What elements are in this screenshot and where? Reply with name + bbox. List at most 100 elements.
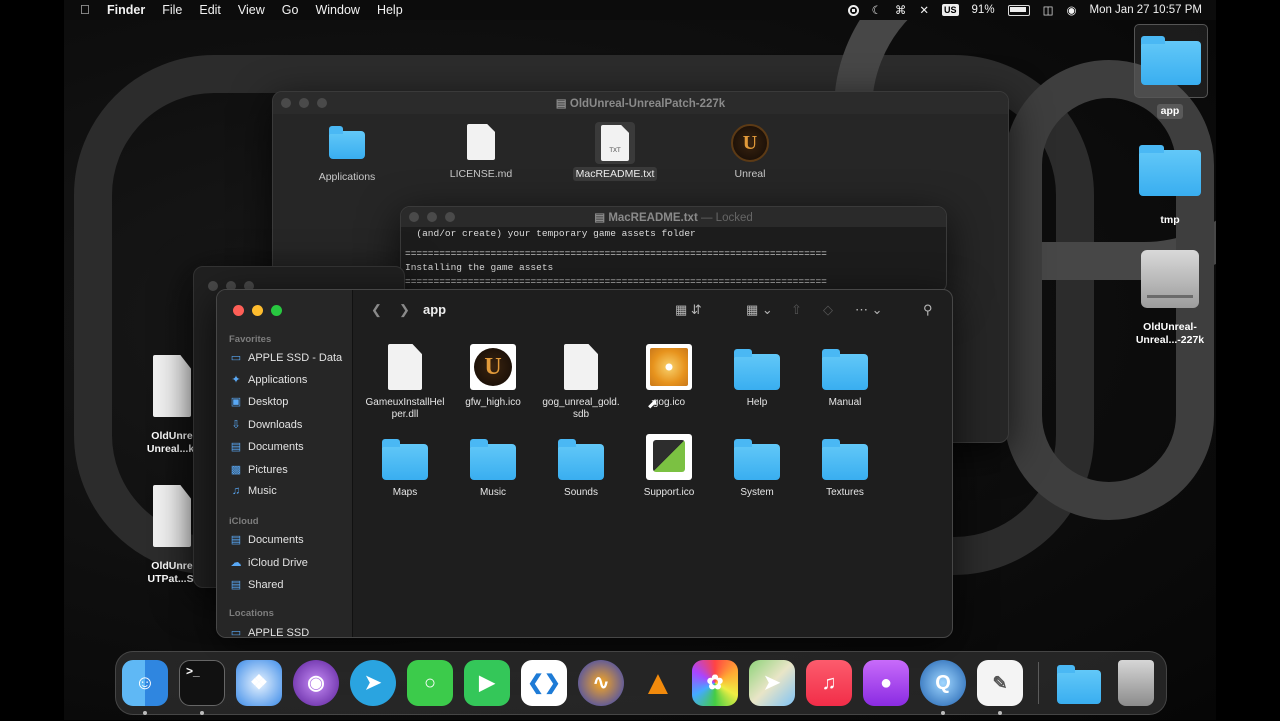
sidebar-item-apple-ssd-data[interactable]: ▭ APPLE SSD - Data (230, 351, 343, 365)
view-grid-icon[interactable]: ▦ ⇵ (675, 302, 702, 318)
close-button[interactable] (233, 305, 244, 316)
group-icon[interactable]: ▦ ⌄ (746, 302, 773, 318)
menu-view[interactable]: View (238, 3, 265, 17)
dock-finder-icon[interactable]: ☺ (122, 660, 168, 706)
folder-item[interactable]: Manual (801, 344, 889, 409)
sidebar-item-icloud-drive[interactable]: ☁ iCloud Drive (230, 556, 308, 570)
dmg-item-macreadme[interactable]: TXT MacREADME.txt (570, 122, 660, 181)
dock-textedit-icon[interactable]: ✎ (977, 660, 1023, 706)
close-button[interactable] (281, 98, 291, 108)
battery-icon[interactable] (1007, 4, 1030, 16)
minimize-button[interactable] (252, 305, 263, 316)
zoom-button[interactable] (271, 305, 282, 316)
control-center-icon[interactable]: ◫ (1043, 3, 1054, 17)
sidebar-item-desktop[interactable]: ▣ Desktop (230, 395, 289, 409)
dock-telegram-icon[interactable]: ➤ (350, 660, 396, 706)
tag-icon[interactable]: ◇ (823, 302, 833, 318)
focus-moon-icon[interactable]: ☾ (872, 3, 882, 17)
desktop-icon-oldunreal-drive[interactable]: OldUnreal- Unreal...-227k (1128, 250, 1212, 347)
sidebar-item-label: Downloads (248, 418, 303, 431)
folder-item[interactable]: Sounds (537, 434, 625, 499)
dmg-item-unreal[interactable]: U Unreal (705, 124, 795, 180)
close-button[interactable] (409, 212, 419, 222)
folder-item[interactable]: System (713, 434, 801, 499)
dock-facetime-icon[interactable]: ▶ (464, 660, 510, 706)
dock-photos-icon[interactable]: ✿ (692, 660, 738, 706)
search-icon[interactable]: ⚲ (923, 302, 933, 318)
sidebar-section-locations: Locations (229, 608, 274, 619)
folder-icon (382, 439, 428, 480)
window-titlebar[interactable]: ▤ OldUnreal-UnrealPatch-227k (273, 92, 1008, 114)
dock-maps-icon[interactable]: ➤ (749, 660, 795, 706)
file-label: Sounds (564, 487, 598, 498)
dock-safari-icon[interactable]: ❖ (236, 660, 282, 706)
dock-audacity-icon[interactable]: ∿ (578, 660, 624, 706)
dock-trash-icon[interactable] (1118, 660, 1154, 706)
desktop-icon-tmp[interactable]: tmp (1136, 145, 1204, 227)
finder-toolbar: ❮ ❯ app ▦ ⇵ ▦ ⌄ ⇧ ◇ ⋯ ⌄ ⚲ (353, 290, 952, 330)
menu-go[interactable]: Go (282, 3, 299, 17)
menu-edit[interactable]: Edit (199, 3, 221, 17)
dmg-item-license[interactable]: LICENSE.md (436, 124, 526, 180)
screen-record-icon[interactable] (847, 4, 859, 16)
dock-downloads-stack[interactable] (1056, 660, 1102, 706)
folder-item[interactable]: Textures (801, 434, 889, 499)
desktop-icon-app[interactable]: app (1134, 24, 1208, 119)
dock-music-icon[interactable]: ♫ (806, 660, 852, 706)
sidebar-item-icloud-documents[interactable]: ▤ Documents (230, 533, 304, 547)
menu-app-name[interactable]: Finder (107, 3, 145, 17)
bluetooth-icon[interactable]: ✕ (919, 3, 929, 17)
share-icon[interactable]: ⇧ (791, 302, 802, 318)
minimize-button[interactable] (299, 98, 309, 108)
dock-terminal-icon[interactable]: >_ (179, 660, 225, 706)
sidebar-item-documents[interactable]: ▤ Documents (230, 440, 304, 454)
zoom-button[interactable] (445, 212, 455, 222)
window-titlebar[interactable]: ▤ MacREADME.txt — Locked (401, 207, 946, 227)
music-note-icon: ♫ (231, 485, 241, 497)
dock-tor-browser-icon[interactable]: ◉ (293, 660, 339, 706)
dock-messages-icon[interactable]: ○ (407, 660, 453, 706)
wifi-icon[interactable]: ⌘ (895, 3, 907, 17)
menu-file[interactable]: File (162, 3, 182, 17)
dock-vlc-icon[interactable]: ▲ (635, 660, 681, 706)
file-item[interactable]: gfw_high.ico (449, 344, 537, 409)
document-icon (564, 344, 598, 390)
folder-item[interactable]: Help (713, 344, 801, 409)
folder-item[interactable]: Music (449, 434, 537, 499)
apple-menu-icon[interactable]:  (80, 2, 90, 17)
input-source-icon[interactable]: US (942, 4, 959, 16)
file-item[interactable]: GameuxInstallHel per.dll (361, 344, 449, 421)
folder-item[interactable]: Maps (361, 434, 449, 499)
file-item[interactable]: Support.ico (625, 434, 713, 499)
window-title: MacREADME.txt (608, 212, 698, 224)
folder-icon (1141, 36, 1201, 85)
forward-icon[interactable]: ❯ (399, 302, 410, 318)
readme-window[interactable]: ▤ MacREADME.txt — Locked (and/or create)… (400, 206, 947, 293)
sidebar-item-music[interactable]: ♫ Music (230, 485, 277, 497)
file-item[interactable]: gog.ico (625, 344, 713, 409)
sidebar-item-shared[interactable]: ▤ Shared (230, 578, 284, 592)
sidebar-item-apple-ssd[interactable]: ▭ APPLE SSD (230, 626, 309, 638)
dmg-item-applications[interactable]: Applications (302, 126, 392, 183)
gog-ico-icon (646, 344, 692, 390)
zoom-button[interactable] (317, 98, 327, 108)
sidebar-item-pictures[interactable]: ▩ Pictures (230, 463, 288, 477)
menu-help[interactable]: Help (377, 3, 403, 17)
item-label: Unreal (734, 168, 766, 180)
sidebar-item-label: Desktop (248, 395, 289, 408)
sidebar-item-downloads[interactable]: ⇩ Downloads (230, 418, 303, 432)
dock-quicktime-icon[interactable]: Q (920, 660, 966, 706)
finder-window[interactable]: Favorites ▭ APPLE SSD - Data ✦ Application… (216, 289, 953, 638)
sidebar-item-label: APPLE SSD - Data (248, 351, 343, 364)
clock[interactable]: Mon Jan 27 10:57 PM (1089, 4, 1202, 16)
more-actions-icon[interactable]: ⋯ ⌄ (855, 302, 883, 318)
sidebar-item-applications[interactable]: ✦ Applications (230, 373, 307, 387)
siri-icon[interactable]: ◉ (1066, 3, 1076, 17)
minimize-button[interactable] (427, 212, 437, 222)
dock-vscode-icon[interactable]: ❮❯ (521, 660, 567, 706)
menu-window[interactable]: Window (315, 3, 359, 17)
file-item[interactable]: gog_unreal_gold. sdb (537, 344, 625, 421)
file-label: gog_unreal_gold. (542, 397, 620, 408)
back-icon[interactable]: ❮ (371, 302, 382, 318)
dock-podcasts-icon[interactable]: ● (863, 660, 909, 706)
